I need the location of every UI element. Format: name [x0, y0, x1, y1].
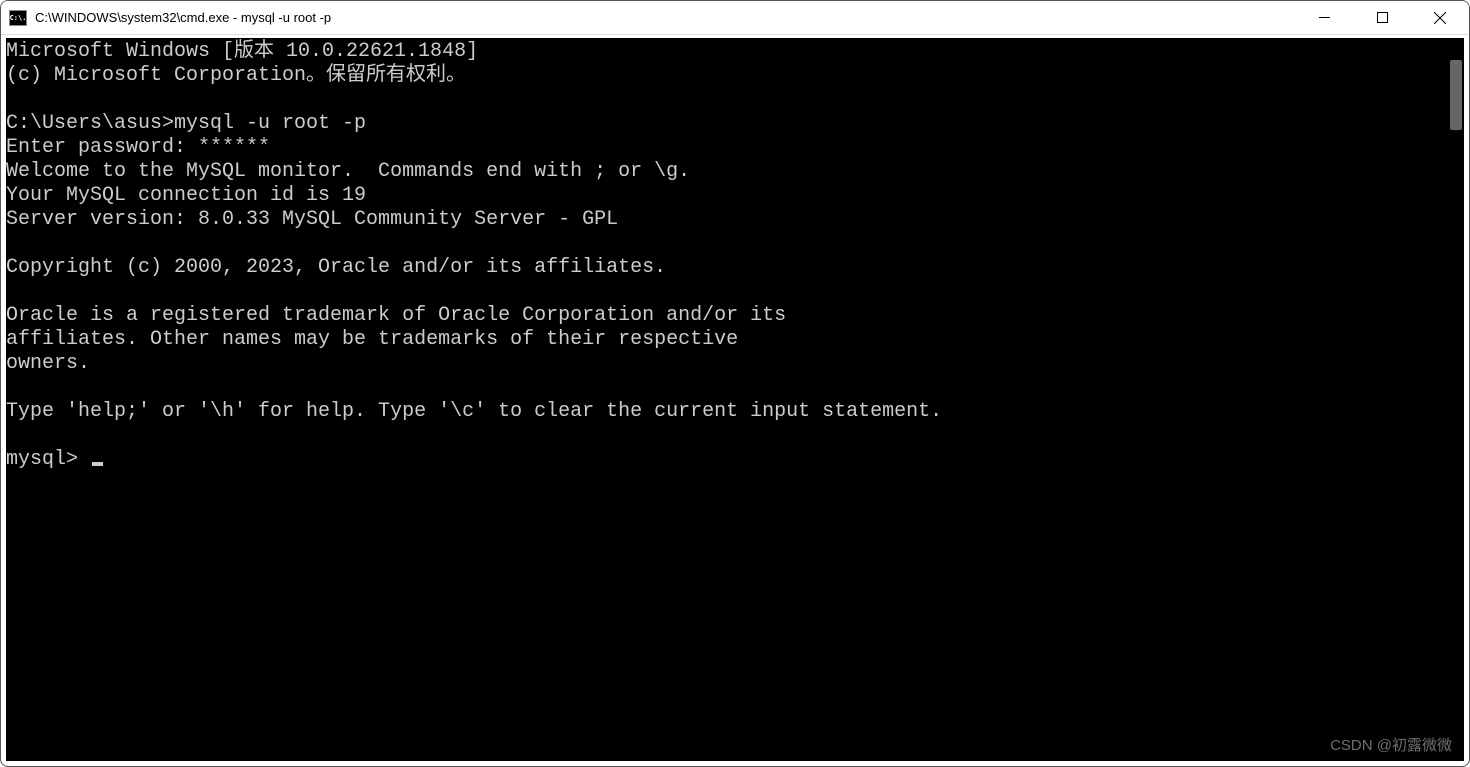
watermark: CSDN @初露微微 — [1330, 734, 1452, 755]
minimize-button[interactable] — [1295, 1, 1353, 34]
scrollbar[interactable] — [1448, 38, 1464, 761]
scrollbar-thumb[interactable] — [1450, 60, 1462, 130]
minimize-icon — [1319, 12, 1330, 23]
window-controls — [1295, 1, 1469, 34]
window-title: C:\WINDOWS\system32\cmd.exe - mysql -u r… — [35, 10, 1295, 25]
titlebar[interactable]: C:\. C:\WINDOWS\system32\cmd.exe - mysql… — [1, 1, 1469, 35]
terminal-output[interactable]: Microsoft Windows [版本 10.0.22621.1848] (… — [6, 38, 1448, 761]
cursor — [92, 462, 103, 466]
mysql-prompt: mysql> — [6, 448, 90, 471]
terminal-container: Microsoft Windows [版本 10.0.22621.1848] (… — [1, 35, 1469, 766]
cmd-window: C:\. C:\WINDOWS\system32\cmd.exe - mysql… — [0, 0, 1470, 767]
close-button[interactable] — [1411, 1, 1469, 34]
cmd-icon: C:\. — [9, 10, 27, 26]
maximize-button[interactable] — [1353, 1, 1411, 34]
maximize-icon — [1377, 12, 1388, 23]
close-icon — [1434, 12, 1446, 24]
